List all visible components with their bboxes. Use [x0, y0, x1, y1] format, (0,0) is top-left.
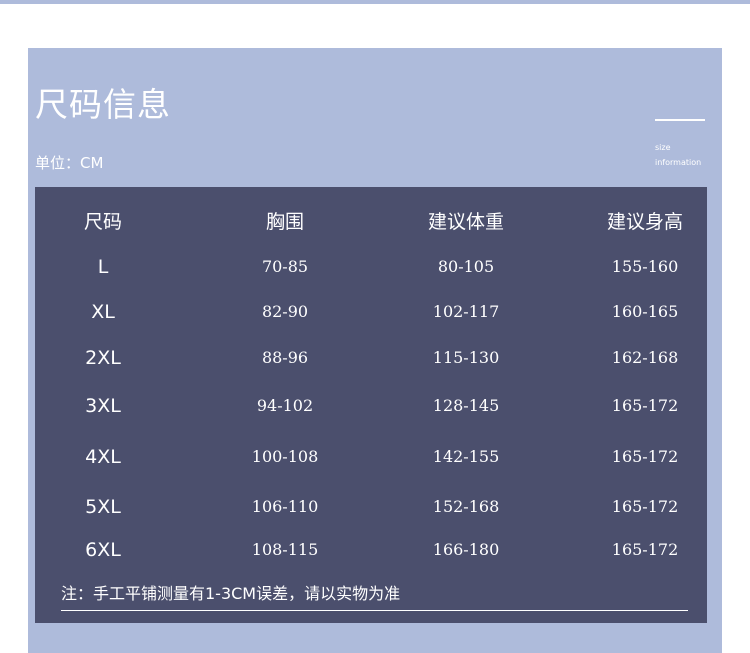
- size-cell: 3XL: [85, 395, 121, 417]
- size-cell: 5XL: [85, 496, 121, 518]
- weight-cell: 142-155: [432, 447, 500, 466]
- chest-cell: 88-96: [261, 348, 309, 367]
- measurement-note: 注：手工平铺测量有1-3CM误差，请以实物为准: [61, 584, 401, 603]
- decorative-line: [655, 119, 705, 121]
- decorative-caption-line-1: size: [655, 143, 671, 152]
- weight-cell: 115-130: [432, 348, 500, 367]
- chest-cell: 108-115: [251, 540, 319, 559]
- size-cell: 2XL: [85, 347, 121, 369]
- weight-cell: 166-180: [432, 540, 500, 559]
- height-cell: 165-172: [611, 396, 679, 415]
- size-cell: XL: [91, 301, 115, 323]
- col-header-chest: 胸围: [265, 211, 305, 233]
- size-cell: 6XL: [85, 539, 121, 561]
- chest-cell: 100-108: [251, 447, 319, 466]
- weight-cell: 152-168: [432, 497, 500, 516]
- height-cell: 155-160: [611, 257, 679, 276]
- height-cell: 165-172: [611, 540, 679, 559]
- decorative-caption-line-2: information: [655, 158, 702, 167]
- page-title: 尺码信息: [35, 85, 171, 124]
- chest-cell: 106-110: [251, 497, 319, 516]
- height-cell: 165-172: [611, 447, 679, 466]
- size-cell: 4XL: [85, 446, 121, 468]
- chest-cell: 82-90: [261, 302, 309, 321]
- size-info-panel: 尺码信息 单位：CM size information 尺码 胸围 建议体重 建…: [28, 48, 722, 653]
- decorative-caption: size information: [655, 140, 701, 170]
- height-cell: 165-172: [611, 497, 679, 516]
- height-cell: 162-168: [611, 348, 679, 367]
- col-header-height: 建议身高: [606, 211, 684, 233]
- col-header-size: 尺码: [83, 211, 123, 233]
- top-accent-bar: [0, 0, 750, 4]
- note-underline: [61, 610, 688, 611]
- size-table: 尺码 胸围 建议体重 建议身高 L 70-85 80-105 155-160 X…: [35, 187, 707, 623]
- weight-cell: 102-117: [432, 302, 500, 321]
- col-header-weight: 建议体重: [427, 211, 505, 233]
- weight-cell: 80-105: [437, 257, 495, 276]
- chest-cell: 94-102: [256, 396, 314, 415]
- chest-cell: 70-85: [261, 257, 309, 276]
- size-cell: L: [97, 256, 109, 278]
- weight-cell: 128-145: [432, 396, 500, 415]
- unit-label: 单位：CM: [35, 154, 104, 172]
- height-cell: 160-165: [611, 302, 679, 321]
